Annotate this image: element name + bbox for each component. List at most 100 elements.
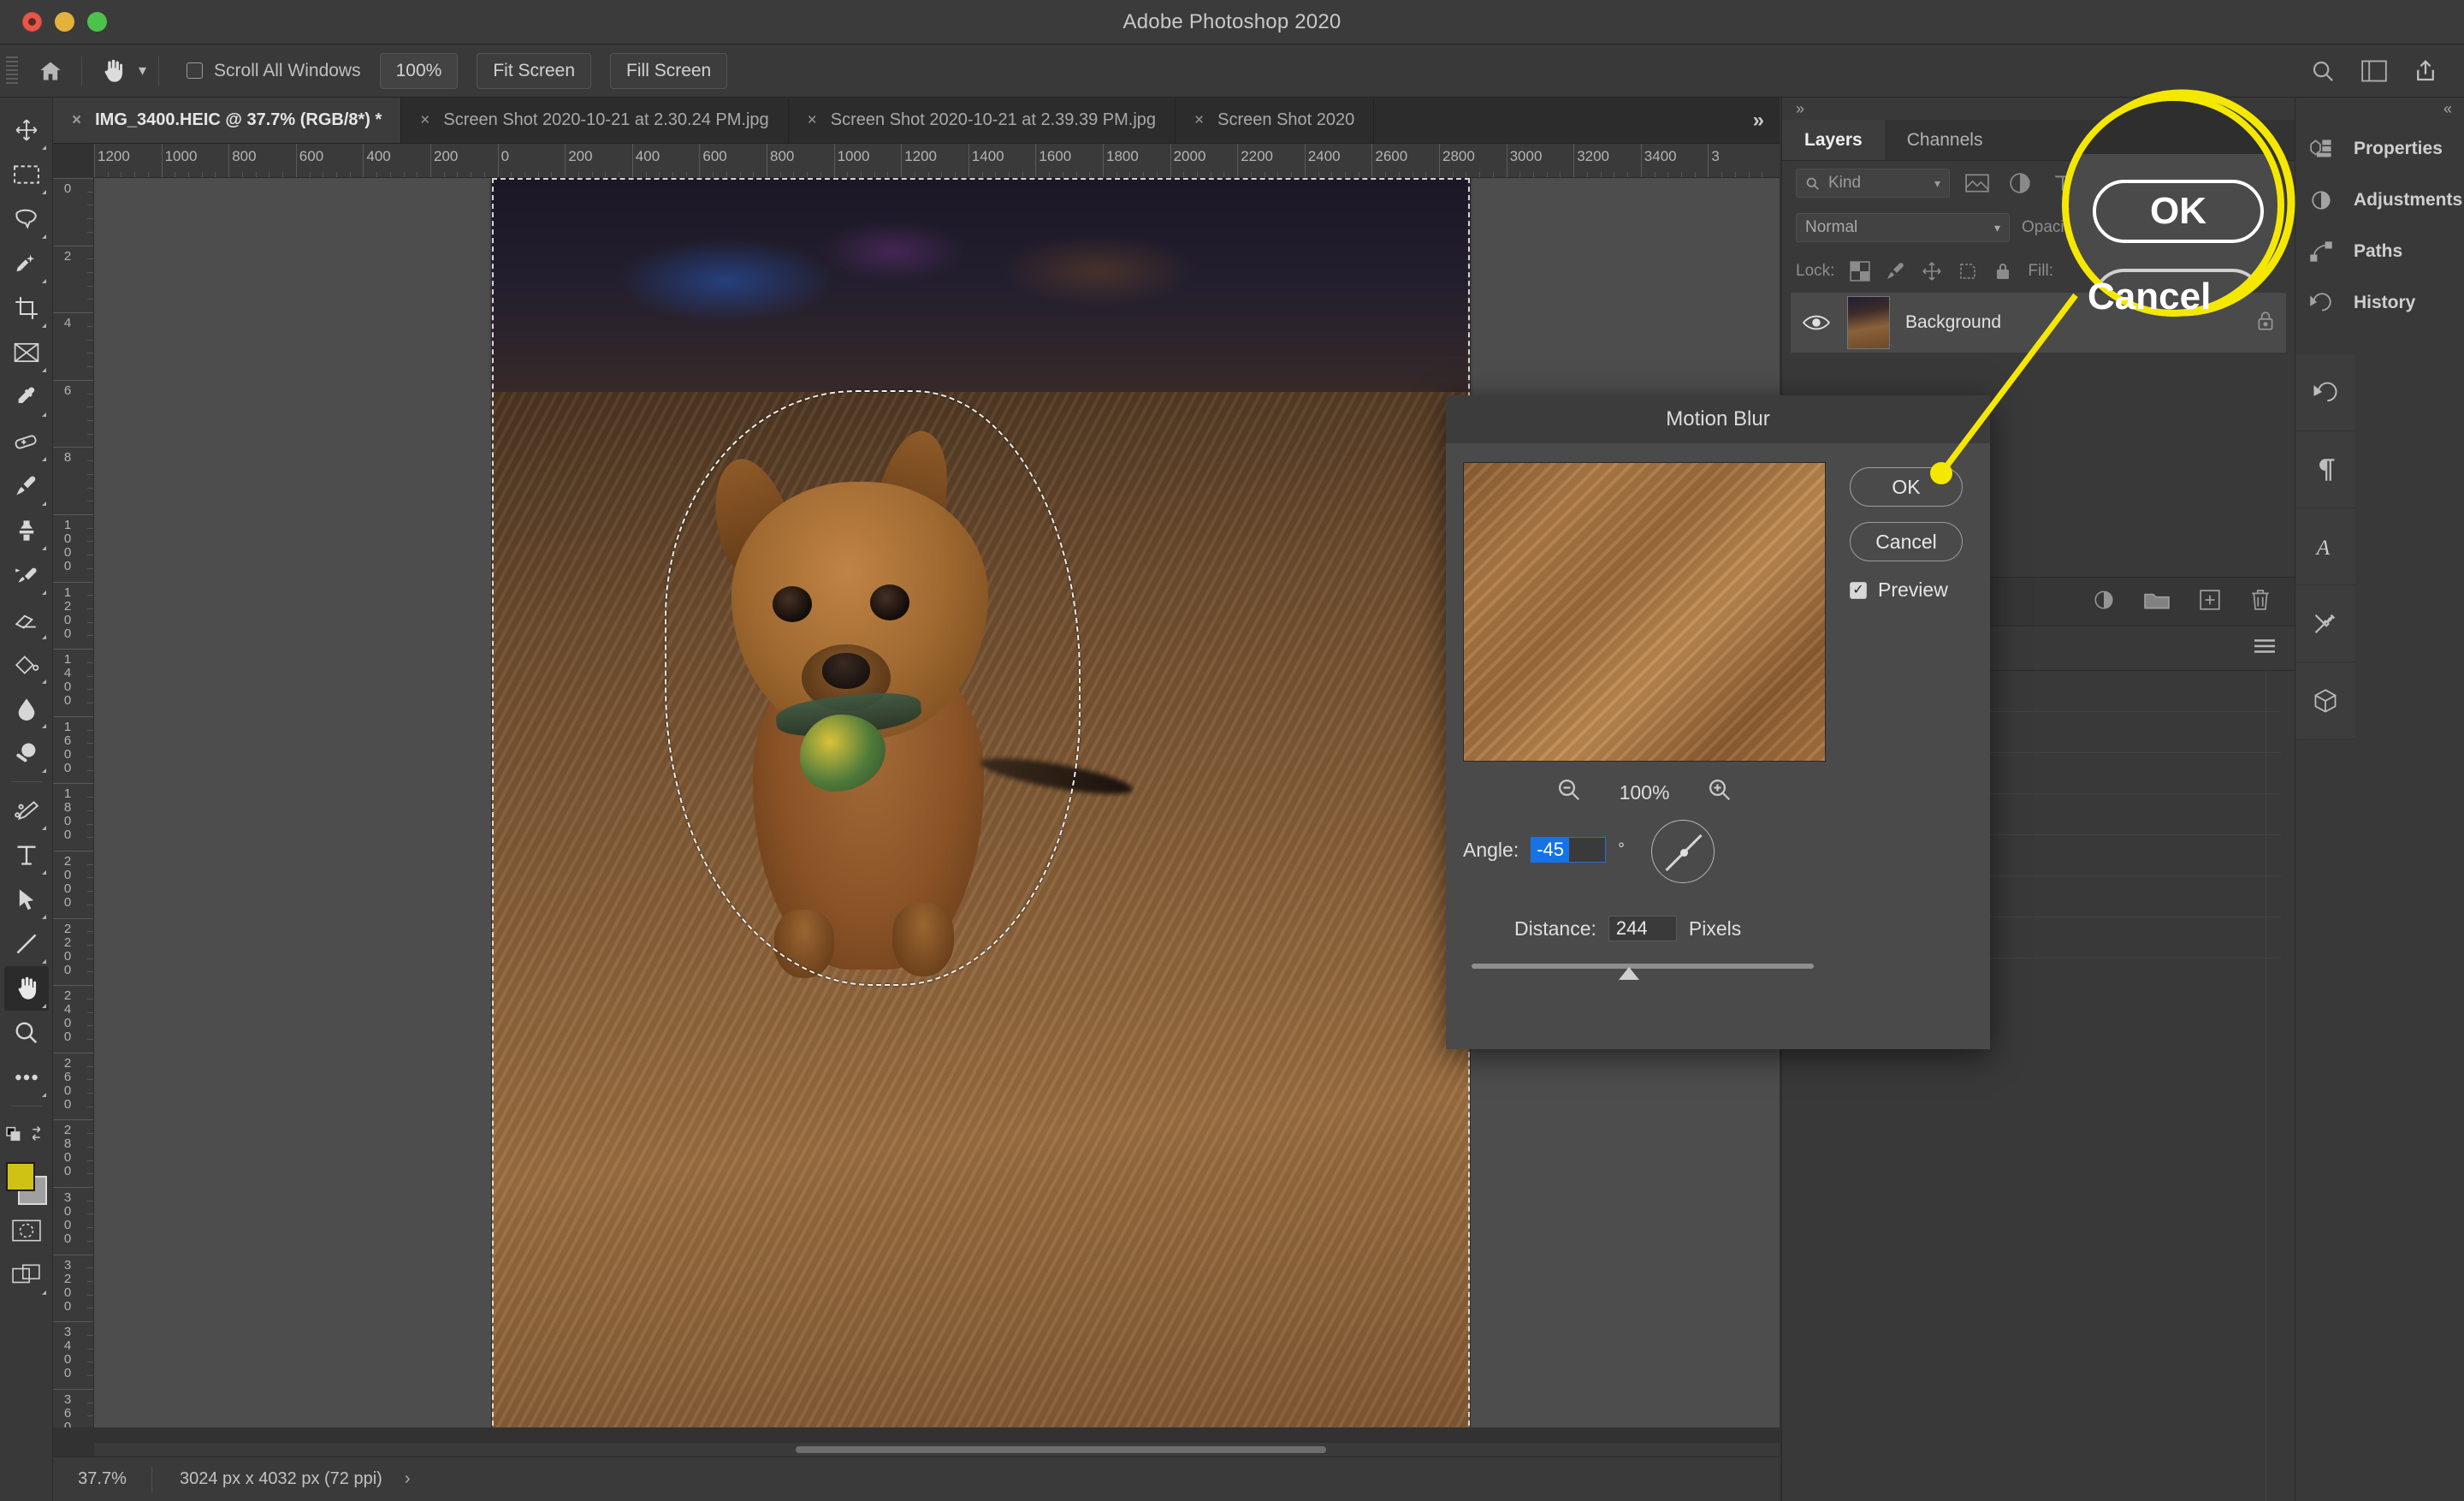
dialog-preview-checkbox[interactable]: ✓ Preview — [1850, 578, 1948, 602]
object-selection-tool-icon[interactable] — [4, 241, 49, 286]
chevron-down-icon[interactable]: ▾ — [1934, 176, 1940, 191]
close-icon[interactable]: × — [1194, 111, 1204, 130]
dialog-distance-slider[interactable] — [1472, 964, 1814, 980]
dialog-preview-image[interactable] — [1463, 462, 1826, 762]
expand-panels-icon[interactable]: « — [2443, 100, 2452, 118]
fit-screen-button[interactable]: Fit Screen — [477, 52, 592, 89]
status-expand-arrow-icon[interactable]: › — [405, 1469, 411, 1489]
close-icon[interactable]: × — [420, 111, 429, 130]
tab-channels[interactable]: Channels — [1885, 120, 2005, 160]
document-tab-3[interactable]: × Screen Shot 2020 — [1176, 98, 1375, 143]
delete-layer-icon[interactable] — [2250, 589, 2271, 615]
lock-icon[interactable] — [2255, 310, 2276, 336]
workspace-icon[interactable] — [2361, 60, 2387, 82]
paragraph-panel-icon[interactable] — [2295, 431, 2355, 508]
tools-panel-icon[interactable] — [2295, 585, 2355, 662]
ruler-minor-tick — [87, 473, 93, 475]
tab-overflow-button[interactable]: » — [1738, 98, 1780, 143]
document-tab-0[interactable]: × IMG_3400.HEIC @ 37.7% (RGB/8*) * — [53, 98, 402, 143]
dodge-tool-icon[interactable] — [4, 731, 49, 775]
panel-paths[interactable]: Paths — [2295, 226, 2464, 277]
blend-mode-select[interactable]: Normal ▾ — [1796, 213, 2010, 242]
move-tool-icon[interactable] — [4, 108, 49, 152]
tab-layers[interactable]: Layers — [1782, 120, 1885, 160]
crop-tool-icon[interactable] — [4, 286, 49, 330]
slider-knob[interactable] — [1619, 967, 1639, 980]
panel-properties[interactable]: Properties — [2295, 123, 2464, 175]
layer-style-icon[interactable] — [2093, 589, 2115, 615]
zoom-100-button[interactable]: 100% — [379, 52, 459, 89]
character-styles-panel-icon[interactable]: A — [2295, 508, 2355, 585]
eraser-tool-icon[interactable] — [4, 597, 49, 642]
history-brush-tool-icon[interactable] — [4, 553, 49, 597]
close-icon[interactable]: × — [808, 111, 817, 130]
dialog-angle-input[interactable]: -45 — [1531, 837, 1607, 863]
default-colors-and-swap-icons[interactable] — [4, 1112, 49, 1157]
dialog-distance-input[interactable]: 244 — [1608, 916, 1677, 941]
document-tab-1[interactable]: × Screen Shot 2020-10-21 at 2.30.24 PM.j… — [401, 98, 789, 143]
layer-name[interactable]: Background — [1905, 312, 2001, 333]
ruler-minor-tick — [1318, 172, 1319, 177]
home-icon[interactable] — [32, 59, 69, 83]
blur-tool-icon[interactable] — [4, 686, 49, 731]
share-icon[interactable] — [2413, 58, 2438, 84]
layer-filter-kind-select[interactable]: Kind ▾ — [1796, 169, 1950, 198]
zoom-tool-icon[interactable] — [4, 1011, 49, 1055]
options-bar-grip[interactable] — [6, 56, 18, 86]
type-tool-icon[interactable] — [4, 833, 49, 877]
history-panel-icon[interactable] — [2295, 354, 2355, 431]
document-canvas[interactable] — [492, 178, 1470, 1427]
angle-dial-icon[interactable] — [1651, 820, 1715, 883]
zoom-in-icon[interactable] — [1707, 777, 1732, 808]
lock-image-pixels-icon[interactable] — [1886, 261, 1906, 282]
lock-artboard-icon[interactable] — [1958, 261, 1978, 282]
fill-screen-button[interactable]: Fill Screen — [610, 52, 728, 89]
dialog-cancel-button[interactable]: Cancel — [1850, 522, 1963, 561]
rectangular-marquee-tool-icon[interactable] — [4, 152, 49, 197]
layer-thumbnail[interactable] — [1847, 296, 1890, 349]
screen-mode-icon[interactable] — [4, 1253, 49, 1297]
lasso-tool-icon[interactable] — [4, 197, 49, 241]
new-layer-icon[interactable] — [2199, 589, 2221, 615]
chevron-down-icon[interactable]: ▾ — [139, 62, 146, 80]
healing-brush-tool-icon[interactable] — [4, 419, 49, 464]
lock-position-icon[interactable] — [1922, 261, 1942, 282]
status-zoom-level[interactable]: 37.7% — [53, 1469, 151, 1489]
eye-icon[interactable] — [1801, 313, 1832, 332]
collapse-panels-icon[interactable]: » — [1796, 100, 1804, 118]
chevron-down-icon[interactable]: ▾ — [1994, 221, 2000, 235]
panel-history[interactable]: History — [2295, 277, 2464, 329]
clone-stamp-tool-icon[interactable] — [4, 508, 49, 553]
more-tools-icon[interactable] — [4, 1055, 49, 1100]
pixel-layer-filter-icon[interactable] — [1962, 170, 1993, 196]
hamburger-menu-icon[interactable] — [2254, 638, 2276, 658]
brush-tool-icon[interactable] — [4, 464, 49, 508]
scroll-all-windows-checkbox[interactable]: Scroll All Windows — [187, 61, 361, 81]
hand-tool-icon[interactable] — [3, 966, 49, 1011]
color-swatches[interactable] — [4, 1160, 49, 1208]
panel-adjustments[interactable]: Adjustments — [2295, 175, 2464, 226]
gradient-tool-icon[interactable] — [4, 642, 49, 686]
frame-tool-icon[interactable] — [4, 330, 49, 375]
eyedropper-tool-icon[interactable] — [4, 375, 49, 419]
motion-blur-dialog[interactable]: Motion Blur OK Cancel ✓ Preview 100% Ang… — [1446, 395, 1990, 1049]
close-icon[interactable]: × — [72, 111, 81, 130]
zoom-out-icon[interactable] — [1556, 777, 1582, 808]
hand-tool-icon[interactable] — [94, 58, 132, 84]
line-tool-icon[interactable] — [4, 922, 49, 966]
quick-mask-icon[interactable] — [4, 1208, 49, 1253]
document-tab-2[interactable]: × Screen Shot 2020-10-21 at 2.39.39 PM.j… — [788, 98, 1176, 143]
lock-transparent-pixels-icon[interactable] — [1850, 261, 1871, 282]
new-group-icon[interactable] — [2144, 590, 2170, 614]
lock-all-icon[interactable] — [1993, 261, 2012, 282]
search-icon[interactable] — [2310, 58, 2336, 84]
lower-panel-scrollbar[interactable] — [2266, 671, 2281, 1501]
scrollbar-thumb[interactable] — [796, 1446, 1326, 1453]
pen-tool-icon[interactable] — [4, 788, 49, 833]
foreground-color-swatch[interactable] — [5, 1162, 35, 1191]
3d-panel-icon[interactable] — [2295, 662, 2355, 739]
adjustment-layer-filter-icon[interactable] — [2005, 170, 2035, 196]
dialog-ok-button[interactable]: OK — [1850, 467, 1963, 507]
path-selection-tool-icon[interactable] — [4, 877, 49, 922]
canvas-horizontal-scrollbar[interactable] — [94, 1443, 1780, 1457]
